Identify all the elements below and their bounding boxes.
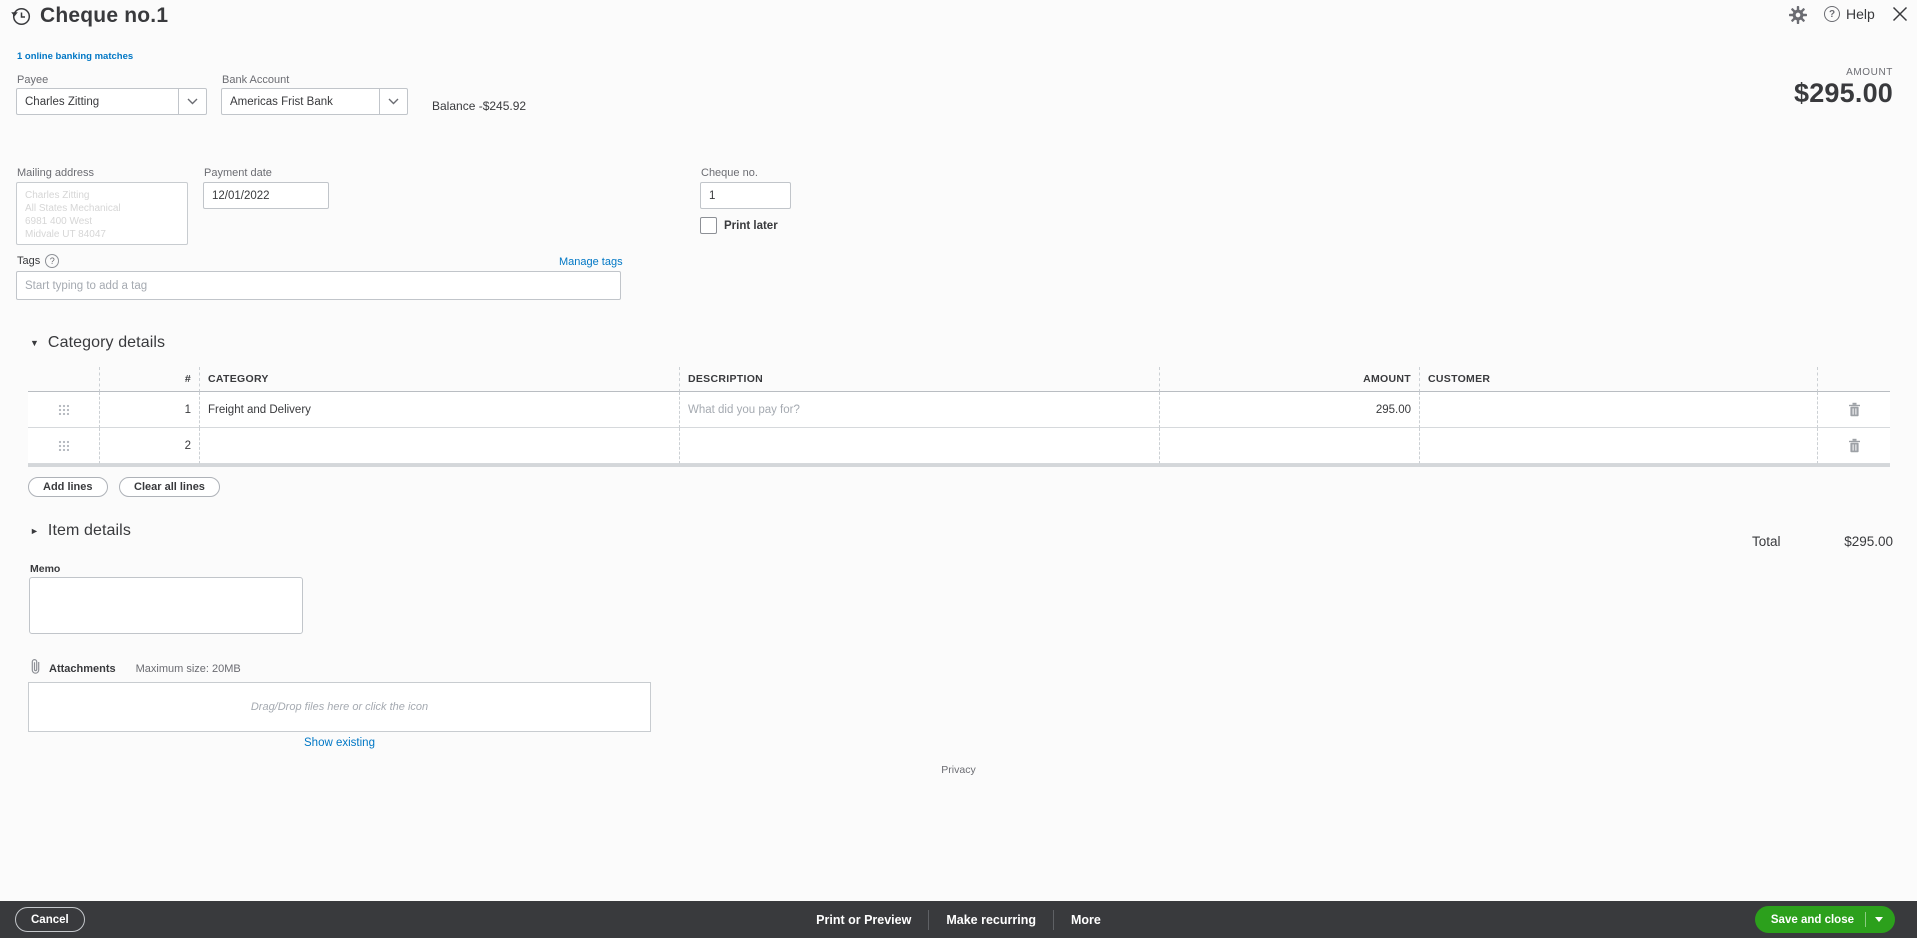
print-or-preview-button[interactable]: Print or Preview	[799, 913, 928, 927]
payment-date-label: Payment date	[204, 167, 272, 179]
dropzone-text: Drag/Drop files here or click the icon	[250, 701, 429, 713]
amount-cell[interactable]: 295.00	[1160, 392, 1420, 428]
amount-value: $295.00	[1794, 78, 1893, 108]
manage-tags-link[interactable]: Manage tags	[559, 256, 623, 268]
mailing-address-line: Midvale UT 84047	[25, 229, 106, 240]
memo-input[interactable]	[29, 577, 303, 634]
help-button[interactable]: ? Help	[1824, 6, 1875, 22]
attachments-max-size: Maximum size: 20MB	[135, 663, 241, 675]
description-cell[interactable]	[680, 428, 1160, 464]
total-label: Total	[1752, 534, 1781, 549]
category-details-toggle[interactable]: ▼ Category details	[30, 334, 165, 352]
mailing-address-line: 6981 400 West	[25, 216, 93, 227]
payee-select[interactable]: Charles Zitting	[16, 88, 207, 115]
bank-account-select[interactable]: Americas Frist Bank	[221, 88, 408, 115]
payee-value: Charles Zitting	[25, 95, 100, 108]
chevron-down-icon[interactable]	[178, 89, 206, 114]
make-recurring-button[interactable]: Make recurring	[929, 913, 1053, 927]
col-header-category: CATEGORY	[200, 367, 680, 392]
drag-handle-icon[interactable]	[58, 440, 69, 451]
footer-bar: Cancel Print or Preview Make recurring M…	[0, 901, 1917, 938]
paperclip-icon	[30, 658, 41, 680]
mailing-address-box[interactable]: Charles Zitting All States Mechanical 69…	[16, 182, 188, 245]
attachments-header: Attachments Maximum size: 20MB	[30, 658, 241, 680]
triangle-right-icon: ►	[30, 526, 39, 536]
cheque-no-label: Cheque no.	[701, 167, 758, 179]
row-actions	[1818, 392, 1890, 428]
tags-label-row: Tags ?	[17, 254, 60, 268]
tags-input[interactable]	[16, 271, 621, 300]
category-details-title: Category details	[47, 334, 166, 351]
col-header-amount: AMOUNT	[1160, 367, 1420, 392]
clear-all-lines-button[interactable]: Clear all lines	[119, 477, 220, 497]
bank-account-label: Bank Account	[222, 74, 290, 86]
close-icon[interactable]	[1892, 6, 1908, 27]
print-later-checkbox-row[interactable]: Print later	[700, 217, 778, 234]
help-label: Help	[1846, 6, 1875, 22]
online-banking-matches-link[interactable]: 1 online banking matches	[17, 51, 133, 62]
page-title: Cheque no.1	[40, 4, 169, 27]
print-later-checkbox[interactable]	[700, 217, 717, 234]
category-cell[interactable]	[200, 428, 680, 464]
col-header-num: #	[100, 367, 200, 392]
category-details-table: # CATEGORY DESCRIPTION AMOUNT CUSTOMER 1…	[28, 367, 1890, 467]
save-and-close-button[interactable]: Save and close	[1754, 906, 1895, 933]
row-number: 1	[100, 392, 200, 428]
help-icon: ?	[1824, 6, 1840, 22]
privacy-label: Privacy	[941, 764, 976, 776]
add-lines-button[interactable]: Add lines	[28, 477, 108, 497]
col-header-description: DESCRIPTION	[680, 367, 1160, 392]
col-header-actions	[1818, 367, 1890, 392]
divider	[1865, 912, 1866, 927]
payee-label: Payee	[17, 74, 49, 86]
table-row-drag[interactable]	[28, 392, 100, 428]
show-existing-wrap: Show existing	[28, 737, 651, 749]
attachments-label: Attachments	[49, 663, 116, 675]
bank-balance: Balance -$245.92	[432, 99, 527, 113]
triangle-down-icon: ▼	[30, 338, 39, 348]
trash-icon[interactable]	[1848, 438, 1861, 453]
cheque-no-input[interactable]	[700, 182, 791, 209]
table-row-drag[interactable]	[28, 428, 100, 464]
col-header-drag	[28, 367, 100, 392]
drag-handle-icon[interactable]	[58, 404, 69, 415]
payment-date-input[interactable]	[203, 182, 329, 209]
description-cell[interactable]: What did you pay for?	[680, 392, 1160, 428]
more-button[interactable]: More	[1054, 913, 1118, 927]
question-icon[interactable]: ?	[45, 254, 60, 268]
bank-account-value: Americas Frist Bank	[230, 95, 333, 108]
show-existing-link[interactable]: Show existing	[304, 737, 375, 749]
item-details-toggle[interactable]: ► Item details	[30, 522, 131, 540]
item-details-title: Item details	[47, 522, 131, 539]
amount-cell[interactable]	[1160, 428, 1420, 464]
customer-cell[interactable]	[1420, 428, 1818, 464]
attachments-dropzone[interactable]: Drag/Drop files here or click the icon	[28, 682, 651, 732]
gear-icon[interactable]	[1789, 6, 1807, 29]
footer-center-actions: Print or Preview Make recurring More	[0, 901, 1917, 938]
row-actions	[1818, 428, 1890, 464]
chevron-down-icon[interactable]	[379, 89, 407, 114]
caret-down-icon[interactable]	[1875, 917, 1883, 922]
mailing-address-label: Mailing address	[17, 167, 95, 179]
mailing-address-line: Charles Zitting	[25, 190, 90, 201]
save-and-close-label: Save and close	[1770, 913, 1854, 926]
memo-label: Memo	[30, 563, 61, 575]
row-number: 2	[100, 428, 200, 464]
history-icon[interactable]	[10, 5, 32, 32]
amount-label: AMOUNT	[1846, 67, 1893, 78]
cheque-form-page: Cheque no.1 ? Help 1 online banking matc…	[0, 0, 1917, 938]
customer-cell[interactable]	[1420, 392, 1818, 428]
trash-icon[interactable]	[1848, 402, 1861, 417]
mailing-address-line: All States Mechanical	[25, 203, 121, 214]
print-later-label: Print later	[724, 219, 778, 232]
col-header-customer: CUSTOMER	[1420, 367, 1818, 392]
tags-label: Tags	[17, 255, 41, 267]
total-value: $295.00	[1844, 534, 1893, 549]
category-cell[interactable]: Freight and Delivery	[200, 392, 680, 428]
